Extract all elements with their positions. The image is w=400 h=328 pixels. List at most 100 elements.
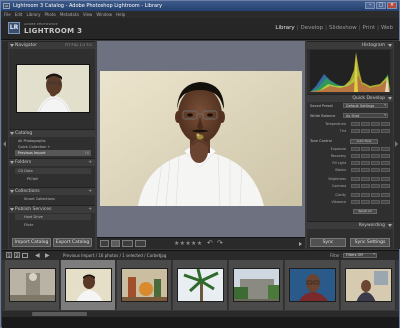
loupe-view-icon[interactable] xyxy=(111,240,120,247)
app-window: LR Lightroom 3 Catalog - Adobe Photoshop… xyxy=(0,0,400,328)
collection-item[interactable]: Smart Collections xyxy=(15,196,91,202)
collections-header[interactable]: Collections + xyxy=(9,187,95,195)
toolbar-menu-arrow-icon[interactable] xyxy=(299,242,302,246)
lightroom-logo: LR xyxy=(8,22,20,34)
scrollbar-thumb[interactable] xyxy=(32,312,87,316)
lightroom-app-icon: LR xyxy=(3,3,10,9)
window-1-button[interactable]: 1 xyxy=(6,252,12,258)
white-balance-dropdown[interactable]: As Shot xyxy=(343,113,388,118)
left-panel-toggle[interactable] xyxy=(2,41,8,249)
star-rating[interactable]: ★★★★★ xyxy=(174,240,202,247)
filmstrip-cell[interactable] xyxy=(229,260,284,310)
blacks-adjust[interactable] xyxy=(351,168,390,172)
main-photo[interactable] xyxy=(100,71,302,206)
add-collection-icon[interactable]: + xyxy=(88,188,92,195)
filmstrip-cell[interactable] xyxy=(117,260,172,310)
histogram-header[interactable]: Histogram xyxy=(307,41,393,49)
recovery-adjust[interactable] xyxy=(351,154,390,158)
rotate-right-icon[interactable]: ↷ xyxy=(217,239,223,247)
menu-view[interactable]: View xyxy=(83,11,93,18)
collapse-triangle-icon xyxy=(10,132,14,135)
collapse-triangle-icon xyxy=(10,190,14,193)
library-toolbar: ★★★★★ ↶ ↷ xyxy=(97,237,305,249)
tint-label: Tint xyxy=(339,129,346,133)
menu-window[interactable]: Window xyxy=(96,11,112,18)
filmstrip-source[interactable]: Previous Import / 16 photos / 1 selected… xyxy=(63,251,166,260)
fill-light-adjust[interactable] xyxy=(351,161,390,165)
module-library[interactable]: Library xyxy=(273,25,296,31)
clarity-adjust[interactable] xyxy=(351,193,390,197)
sync-settings-button[interactable]: Sync Settings xyxy=(350,238,390,247)
filmstrip-cell[interactable] xyxy=(173,260,228,310)
module-print[interactable]: Print xyxy=(360,25,377,31)
folder-volume[interactable]: CD Data xyxy=(15,168,91,174)
recovery-label: Recovery xyxy=(330,154,346,158)
rotate-left-icon[interactable]: ↶ xyxy=(207,239,213,247)
keywording-header[interactable]: Keywording xyxy=(307,221,393,229)
quick-develop-header[interactable]: Quick Develop xyxy=(307,94,393,102)
exposure-label: Exposure xyxy=(330,147,346,151)
module-develop[interactable]: Develop xyxy=(298,25,325,31)
grid-icon[interactable] xyxy=(22,253,28,258)
histogram-graph xyxy=(310,50,390,92)
filter-dropdown[interactable]: Filters Off xyxy=(343,253,377,258)
add-publish-service-icon[interactable]: + xyxy=(88,206,92,213)
auto-tone-button[interactable]: Auto Tone xyxy=(350,139,378,144)
tint-adjust[interactable] xyxy=(351,129,390,133)
maximize-button[interactable]: □ xyxy=(376,2,386,9)
filmstrip-cell[interactable] xyxy=(285,260,340,310)
grid-view-icon[interactable] xyxy=(100,240,109,247)
brightness-adjust[interactable] xyxy=(351,177,390,181)
collapse-triangle-icon xyxy=(388,97,392,100)
contrast-adjust[interactable] xyxy=(351,184,390,188)
menu-help[interactable]: Help xyxy=(116,11,125,18)
export-catalog-button[interactable]: Export Catalog xyxy=(53,238,92,247)
minimize-button[interactable]: – xyxy=(365,2,375,9)
filmstrip-cell-selected[interactable] xyxy=(61,260,116,310)
reset-all-button[interactable]: Reset All xyxy=(353,209,377,214)
navigator-zoom-options[interactable]: FIT FILL 1:1 3:1 xyxy=(65,42,92,49)
sync-button[interactable]: Sync xyxy=(310,238,346,247)
publish-service-item[interactable]: Flickr xyxy=(15,222,91,228)
product-name: LIGHTROOM 3 xyxy=(24,27,83,35)
menu-photo[interactable]: Photo xyxy=(44,11,55,18)
fill-light-label: Fill Light xyxy=(332,161,346,165)
window-2-button[interactable]: 2 xyxy=(14,252,20,258)
menu-metadata[interactable]: Metadata xyxy=(60,11,79,18)
menu-library[interactable]: Library xyxy=(26,11,40,18)
navigator-header[interactable]: Navigator FIT FILL 1:1 3:1 xyxy=(9,41,95,49)
forward-arrow-icon[interactable]: ▶ xyxy=(45,251,50,260)
vibrance-adjust[interactable] xyxy=(351,200,390,204)
window-controls: – □ × xyxy=(365,2,397,9)
right-panel-toggle[interactable] xyxy=(394,41,400,249)
tone-control-row: Tone Control Auto Tone xyxy=(310,138,390,144)
module-slideshow[interactable]: Slideshow xyxy=(327,25,359,31)
survey-view-icon[interactable] xyxy=(135,240,146,247)
collapse-triangle-icon xyxy=(10,208,14,211)
saved-preset-dropdown[interactable]: Default Settings xyxy=(343,103,388,108)
catalog-header[interactable]: Catalog xyxy=(9,129,95,137)
catalog-item-selected[interactable]: Previous Import 16 xyxy=(15,150,91,156)
folder-item[interactable]: PICtell xyxy=(15,176,91,182)
navigator-preview[interactable] xyxy=(16,64,90,113)
publish-services-header[interactable]: Publish Services + xyxy=(9,205,95,213)
folders-header[interactable]: Folders + xyxy=(9,158,95,166)
temperature-adjust[interactable] xyxy=(351,122,390,126)
compare-view-icon[interactable] xyxy=(122,240,133,247)
filmstrip-cell[interactable] xyxy=(341,260,396,310)
menu-edit[interactable]: Edit xyxy=(15,11,23,18)
loupe-view[interactable] xyxy=(97,41,305,237)
white-balance-row: White Balance As Shot xyxy=(310,113,390,119)
add-folder-icon[interactable]: + xyxy=(88,159,92,166)
exposure-adjust[interactable] xyxy=(351,147,390,151)
back-arrow-icon[interactable]: ◀ xyxy=(35,251,40,260)
portrait-photo xyxy=(100,71,302,206)
close-button[interactable]: × xyxy=(387,2,397,9)
import-catalog-button[interactable]: Import Catalog xyxy=(12,238,51,247)
publish-service-item[interactable]: Hard Drive xyxy=(15,214,91,220)
module-web[interactable]: Web xyxy=(379,25,395,31)
menu-file[interactable]: File xyxy=(4,11,11,18)
filmstrip-cell[interactable] xyxy=(5,260,60,310)
right-panel: Histogram Quick Develop Saved Preset Def… xyxy=(307,41,393,249)
thumbnail-man-eating xyxy=(65,268,112,302)
